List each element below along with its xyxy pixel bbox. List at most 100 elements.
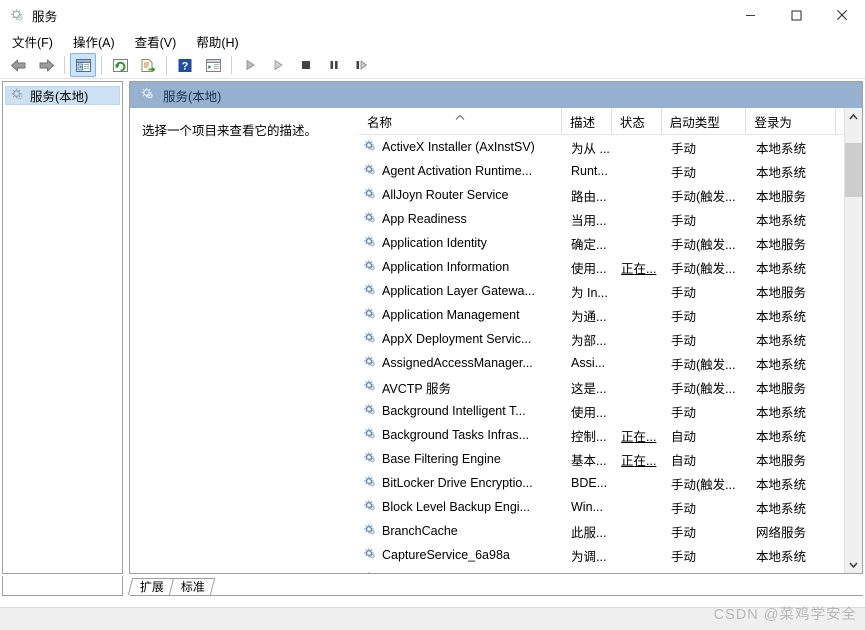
- main-split: 服务(本地) 服务(本地) 选择一个项目来查看它的描述。 名称 描述 状态 启动…: [0, 79, 865, 574]
- service-startup: 手动: [671, 285, 697, 300]
- service-description: 使用...: [571, 261, 607, 276]
- service-logon: 本地服务: [756, 237, 807, 252]
- menu-help[interactable]: 帮助(H): [192, 30, 246, 53]
- service-description: 使用...: [571, 405, 607, 420]
- table-row[interactable]: Certificate Propagation 将用... 手动(触发... 本地系统: [359, 567, 844, 573]
- table-row[interactable]: Base Filtering Engine 基本... 正在... 自动 本地服务: [359, 447, 844, 471]
- cell-description: Win...: [563, 495, 613, 519]
- service-description: 为从 ...: [571, 141, 610, 156]
- close-button[interactable]: [819, 0, 865, 30]
- table-row[interactable]: Application Management 为通... 手动 本地系统: [359, 303, 844, 327]
- help-button[interactable]: ?: [172, 53, 198, 77]
- service-name: Base Filtering Engine: [382, 452, 501, 466]
- scrollbar-thumb[interactable]: [845, 143, 862, 197]
- table-row[interactable]: Application Layer Gatewa... 为 In... 手动 本地服务: [359, 279, 844, 303]
- table-row[interactable]: AssignedAccessManager... Assi... 手动(触发... 本…: [359, 351, 844, 375]
- service-name: Application Identity: [382, 236, 487, 250]
- caret-up-icon: [455, 110, 466, 124]
- cell-startup: 手动: [663, 303, 748, 327]
- list-rows: ActiveX Installer (AxInstSV) 为从 ... 手动 本地系统…: [359, 135, 844, 573]
- back-button[interactable]: [5, 53, 31, 77]
- table-row[interactable]: CaptureService_6a98a 为调... 手动 本地系统: [359, 543, 844, 567]
- tree-node-label: 服务(本地): [30, 90, 89, 104]
- table-row[interactable]: Application Information 使用... 正在... 手动(触发..…: [359, 255, 844, 279]
- table-row[interactable]: BitLocker Drive Encryptio... BDE... 手动(触发.…: [359, 471, 844, 495]
- export-list-button[interactable]: [135, 53, 161, 77]
- pause-service-button[interactable]: [321, 53, 347, 77]
- service-description: 确定...: [571, 237, 607, 252]
- table-row[interactable]: Agent Activation Runtime... Runt... 手动 本地系统: [359, 159, 844, 183]
- description-panel: 选择一个项目来查看它的描述。: [130, 108, 358, 573]
- service-description: Runt...: [571, 164, 608, 178]
- restart-service-button[interactable]: [265, 53, 291, 77]
- table-row[interactable]: AllJoyn Router Service 路由... 手动(触发... 本地服务: [359, 183, 844, 207]
- service-startup: 手动(触发...: [671, 261, 736, 276]
- service-startup: 手动: [671, 309, 697, 324]
- cell-name: Base Filtering Engine: [359, 447, 563, 471]
- cell-name: Block Level Backup Engi...: [359, 495, 563, 519]
- column-header-description[interactable]: 描述: [562, 108, 612, 134]
- app-gear-icon: [9, 7, 25, 23]
- tree-node-services-local[interactable]: 服务(本地): [5, 86, 120, 105]
- table-row[interactable]: Block Level Backup Engi... Win... 手动 本地系统: [359, 495, 844, 519]
- scroll-down-button[interactable]: [845, 556, 862, 573]
- service-startup: 手动: [671, 333, 697, 348]
- window-controls: [727, 0, 865, 30]
- properties-button[interactable]: [200, 53, 226, 77]
- service-gear-icon: [363, 379, 377, 396]
- service-description: 为 In...: [571, 285, 608, 300]
- vertical-scrollbar[interactable]: [844, 108, 862, 573]
- stop-service-button[interactable]: [293, 53, 319, 77]
- bottom-bar: 扩展 标准: [0, 574, 865, 596]
- start-service-button[interactable]: [237, 53, 263, 77]
- scroll-up-button[interactable]: [845, 108, 862, 125]
- cell-description: 为调...: [563, 543, 613, 567]
- table-row[interactable]: App Readiness 当用... 手动 本地系统: [359, 207, 844, 231]
- cell-status: 正在...: [613, 255, 663, 279]
- column-header-startup-type[interactable]: 启动类型: [661, 108, 747, 134]
- cell-startup: 手动(触发...: [663, 567, 748, 573]
- forward-button[interactable]: [33, 53, 59, 77]
- service-logon: 本地系统: [756, 477, 807, 492]
- cell-startup: 手动: [663, 159, 748, 183]
- table-row[interactable]: Application Identity 确定... 手动(触发... 本地服务: [359, 231, 844, 255]
- table-row[interactable]: AppX Deployment Servic... 为部... 手动 本地系统: [359, 327, 844, 351]
- tab-standard[interactable]: 标准: [168, 578, 216, 595]
- column-header-logon-as[interactable]: 登录为: [746, 108, 836, 134]
- table-row[interactable]: Background Tasks Infras... 控制... 正在... 自动 本地…: [359, 423, 844, 447]
- table-row[interactable]: AVCTP 服务 这是... 手动(触发... 本地服务: [359, 375, 844, 399]
- table-row[interactable]: BranchCache 此服... 手动 网络服务: [359, 519, 844, 543]
- cell-startup: 手动(触发...: [663, 471, 748, 495]
- cell-name: CaptureService_6a98a: [359, 543, 563, 567]
- menu-file[interactable]: 文件(F): [8, 30, 61, 53]
- cell-description: 为通...: [563, 303, 613, 327]
- toolbar: ?: [0, 52, 865, 79]
- table-row[interactable]: Background Intelligent T... 使用... 手动 本地系统: [359, 399, 844, 423]
- cell-status: [613, 279, 663, 303]
- column-header-status[interactable]: 状态: [611, 108, 662, 134]
- cell-status: 正在...: [613, 423, 663, 447]
- service-gear-icon: [363, 235, 377, 252]
- cell-description: BDE...: [563, 471, 613, 495]
- service-gear-icon: [363, 163, 377, 180]
- maximize-button[interactable]: [773, 0, 819, 30]
- menu-action[interactable]: 操作(A): [69, 30, 123, 53]
- cell-description: 使用...: [563, 255, 613, 279]
- toolbar-separator-1: [64, 56, 65, 74]
- show-hide-console-tree-button[interactable]: [70, 53, 96, 77]
- refresh-button[interactable]: [107, 53, 133, 77]
- service-startup: 自动: [671, 453, 697, 468]
- service-gear-icon: [363, 283, 377, 300]
- scrollbar-track[interactable]: [845, 125, 862, 556]
- service-gear-icon: [363, 523, 377, 540]
- service-startup: 手动(触发...: [671, 570, 736, 574]
- service-startup: 手动: [671, 549, 697, 564]
- minimize-button[interactable]: [727, 0, 773, 30]
- column-header-name[interactable]: 名称: [359, 108, 563, 134]
- table-row[interactable]: ActiveX Installer (AxInstSV) 为从 ... 手动 本地系统: [359, 135, 844, 159]
- resume-service-button[interactable]: [349, 53, 375, 77]
- menu-view[interactable]: 查看(V): [131, 30, 185, 53]
- cell-description: 为 In...: [563, 279, 613, 303]
- tab-extended[interactable]: 扩展: [127, 578, 175, 595]
- service-description: BDE...: [571, 476, 608, 490]
